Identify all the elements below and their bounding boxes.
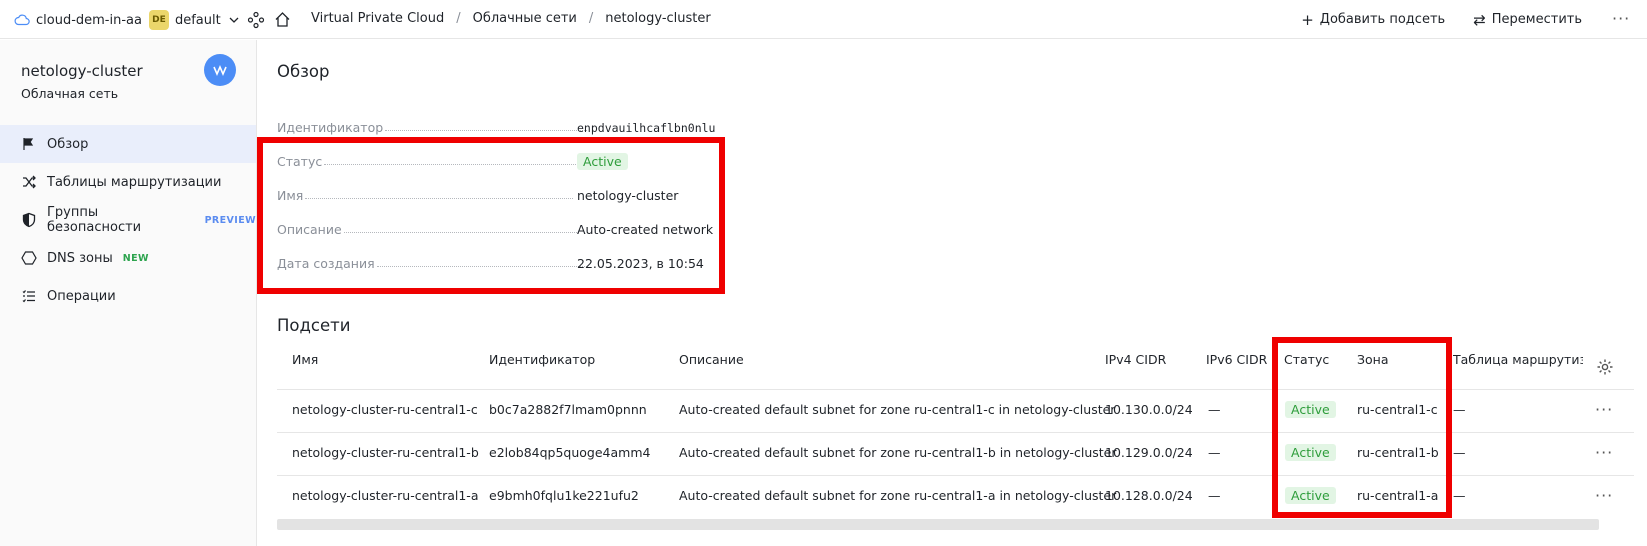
preview-badge: PREVIEW (204, 214, 256, 226)
cell-description: Auto-created default subnet for zone ru-… (679, 445, 1117, 460)
cell-description: Auto-created default subnet for zone ru-… (679, 488, 1117, 503)
breadcrumb-current: netology-cluster (605, 11, 711, 26)
cell-id: e2lob84qp5quoge4amm4 (489, 445, 651, 460)
sidebar-item-operations[interactable]: Операции (0, 277, 256, 315)
move-button[interactable]: ⇄ Переместить (1473, 11, 1582, 29)
subnets-heading: Подсети (277, 316, 351, 335)
network-subtitle: Облачная сеть (21, 86, 119, 101)
field-id: Идентификатор enpdvauilhcaflbn0nlu (277, 117, 727, 135)
sidebar-item-security-groups[interactable]: Группы безопасности PREVIEW (0, 201, 256, 239)
plus-icon: + (1301, 10, 1314, 29)
field-label: Идентификатор (277, 120, 384, 135)
highlight-box-status-zone (1272, 337, 1452, 518)
cell-name[interactable]: netology-cluster-ru-central1-b (292, 445, 479, 460)
more-menu-icon[interactable]: ··· (1612, 9, 1630, 28)
cell-ipv6: — (1208, 402, 1221, 417)
sidebar-item-overview[interactable]: Обзор (0, 125, 256, 163)
gear-icon[interactable] (1596, 358, 1614, 376)
breadcrumb-networks[interactable]: Облачные сети (473, 11, 577, 26)
col-ipv4[interactable]: IPv4 CIDR (1105, 352, 1166, 367)
shuffle-icon (21, 174, 37, 190)
horizontal-scrollbar[interactable] (277, 519, 1599, 530)
home-icon[interactable] (273, 10, 292, 29)
breadcrumb-separator: / (456, 11, 461, 26)
col-id[interactable]: Идентификатор (489, 352, 595, 367)
cloud-name[interactable]: cloud-dem-in-aa (36, 13, 142, 28)
dotted-leader (385, 130, 588, 131)
services-icon[interactable] (247, 11, 265, 29)
col-name[interactable]: Имя (292, 352, 318, 367)
cell-ipv4: 10.128.0.0/24 (1105, 488, 1193, 503)
cell-ipv4: 10.130.0.0/24 (1105, 402, 1193, 417)
sidebar: netology-cluster Облачная сеть Обзор Таб… (0, 40, 257, 546)
vpc-service-icon (204, 54, 236, 86)
cell-id: b0c7a2882f7lmam0pnnn (489, 402, 647, 417)
cell-name[interactable]: netology-cluster-ru-central1-c (292, 402, 478, 417)
top-actions: + Добавить подсеть ⇄ Переместить (1301, 0, 1582, 39)
col-route-table[interactable]: Таблица маршрутиза (1453, 352, 1583, 367)
sidebar-item-route-tables[interactable]: Таблицы маршрутизации (0, 163, 256, 201)
cell-name[interactable]: netology-cluster-ru-central1-a (292, 488, 478, 503)
breadcrumb: Virtual Private Cloud / Облачные сети / … (311, 11, 711, 26)
cell-ipv6: — (1208, 488, 1221, 503)
hexagon-icon (21, 250, 37, 266)
highlight-box-overview (257, 137, 725, 294)
network-title: netology-cluster (21, 62, 143, 80)
col-ipv6[interactable]: IPv6 CIDR (1206, 352, 1267, 367)
sidebar-item-label: Обзор (47, 136, 89, 152)
row-more-icon[interactable]: ··· (1595, 443, 1613, 462)
row-more-icon[interactable]: ··· (1595, 400, 1613, 419)
flag-icon (21, 136, 37, 152)
folder-name[interactable]: default (175, 13, 221, 28)
sidebar-item-dns-zones[interactable]: DNS зоны NEW (0, 239, 256, 277)
sidebar-item-label: Таблицы маршрутизации (47, 174, 222, 190)
cell-route-table: — (1453, 445, 1466, 460)
move-label: Переместить (1491, 12, 1582, 27)
add-subnet-label: Добавить подсеть (1319, 12, 1446, 27)
breadcrumb-vpc[interactable]: Virtual Private Cloud (311, 11, 444, 26)
new-badge: NEW (122, 252, 149, 264)
chevron-down-icon[interactable] (227, 13, 241, 27)
cell-ipv6: — (1208, 445, 1221, 460)
field-value[interactable]: enpdvauilhcaflbn0nlu (577, 121, 715, 135)
sidebar-item-label: Операции (47, 288, 116, 304)
breadcrumb-separator: / (588, 11, 594, 26)
swap-arrows-icon: ⇄ (1473, 10, 1486, 29)
shield-icon (21, 212, 37, 228)
list-icon (21, 288, 37, 304)
cell-description: Auto-created default subnet for zone ru-… (679, 402, 1116, 417)
sidebar-item-label: DNS зоны (47, 250, 113, 266)
cell-route-table: — (1453, 488, 1466, 503)
cell-id: e9bmh0fqlu1ke221ufu2 (489, 488, 639, 503)
overview-heading: Обзор (277, 62, 330, 81)
cell-route-table: — (1453, 402, 1466, 417)
top-bar: cloud-dem-in-aa DE default Virtual Priva… (0, 0, 1647, 39)
col-description[interactable]: Описание (679, 352, 744, 367)
cell-ipv4: 10.129.0.0/24 (1105, 445, 1193, 460)
sidebar-item-label: Группы безопасности (47, 205, 142, 235)
cloud-icon (14, 14, 30, 26)
folder-badge: DE (148, 10, 169, 30)
add-subnet-button[interactable]: + Добавить подсеть (1301, 11, 1445, 29)
row-more-icon[interactable]: ··· (1595, 486, 1613, 505)
cloud-selector[interactable]: cloud-dem-in-aa DE default (14, 10, 241, 30)
